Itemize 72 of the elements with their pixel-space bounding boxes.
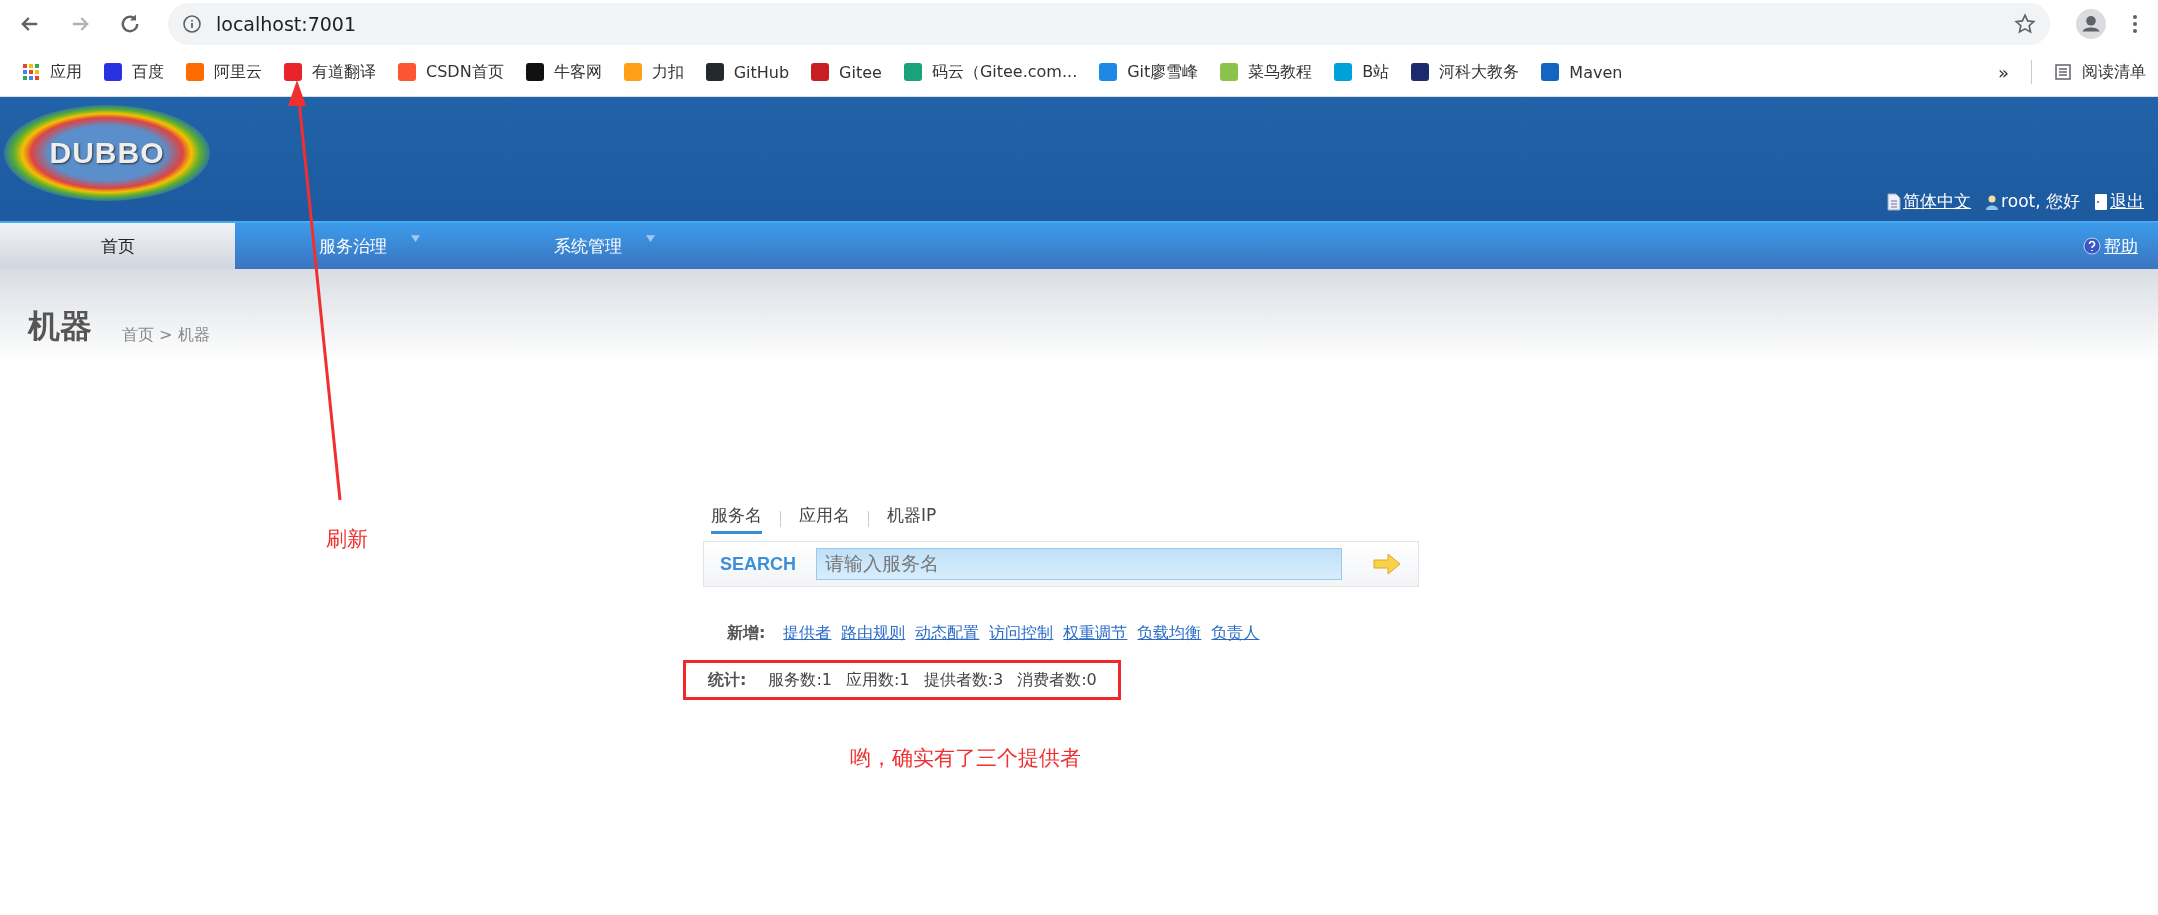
bookmark[interactable]: 有道翻译 [284, 61, 376, 83]
stat-text: 服务数:1 [768, 669, 832, 691]
bookmark[interactable]: 河科大教务 [1411, 61, 1520, 83]
nav-tab[interactable]: 系统管理 [470, 223, 705, 269]
nav-tab[interactable]: 首页 [0, 223, 235, 269]
stat-text: 提供者数:3 [923, 669, 1004, 691]
bookmark-icon [104, 63, 122, 81]
bookmark[interactable]: 码云（Gitee.com... [903, 61, 1078, 83]
bookmark[interactable]: 阿里云 [186, 61, 262, 83]
bookmark[interactable]: CSDN首页 [398, 61, 504, 83]
search-field[interactable]: 请输入服务名 [816, 548, 1342, 580]
bookmark[interactable]: 应用 [22, 61, 82, 83]
bookmark[interactable]: GitHub [705, 62, 790, 82]
help-icon [2083, 237, 2101, 255]
address-bar[interactable]: localhost:7001 [168, 3, 2050, 45]
reading-list-button[interactable]: 阅读清单 [2054, 61, 2146, 83]
bookmark-icon [1411, 63, 1430, 81]
bookmark[interactable]: B站 [1334, 61, 1390, 83]
bookmark[interactable]: 菜鸟教程 [1220, 61, 1313, 83]
star-icon[interactable] [2014, 13, 2036, 35]
nav-tab[interactable]: 服务治理 [235, 223, 470, 269]
bookmark-icon [1099, 63, 1118, 81]
bookmark-icon [398, 63, 416, 81]
header-link[interactable]: root, 您好 [1985, 190, 2080, 213]
menu-icon[interactable] [2132, 14, 2138, 34]
bookmark-icon [1220, 63, 1239, 81]
add-link[interactable]: 提供者 [783, 623, 832, 644]
bookmark[interactable]: Maven [1541, 62, 1623, 82]
stat-text: 应用数:1 [846, 669, 910, 691]
bookmark-icon [525, 63, 544, 81]
bookmark-icon [623, 63, 642, 81]
add-link[interactable]: 负责人 [1211, 623, 1260, 644]
bookmark-icon [1541, 63, 1560, 81]
add-link[interactable]: 权重调节 [1063, 623, 1128, 644]
stat-text: 消费者数:0 [1017, 669, 1097, 691]
search-tab[interactable]: 机器IP [887, 504, 937, 534]
bookmark-icon [811, 63, 830, 81]
header-link[interactable]: 退出 [2094, 190, 2144, 213]
bookmark-icon [903, 63, 922, 81]
apps-grid-icon [22, 63, 40, 81]
document-icon [1887, 192, 1902, 211]
add-label: 新增: [727, 623, 766, 644]
door-icon [2094, 192, 2108, 211]
breadcrumb: 首页 > 机器 [122, 325, 210, 346]
help-link[interactable]: 帮助 [2083, 234, 2138, 258]
url-text: localhost:7001 [216, 13, 358, 35]
bookmark[interactable]: Gitee [811, 62, 882, 82]
bookmark-icon [186, 63, 204, 81]
bookmark-icon [1334, 63, 1353, 81]
more-bookmarks-button[interactable]: » [1998, 61, 2009, 83]
info-icon [182, 14, 202, 34]
search-tab[interactable]: 应用名 [799, 504, 850, 534]
list-icon [2054, 63, 2072, 81]
bookmark-icon [284, 63, 302, 81]
add-link[interactable]: 动态配置 [915, 623, 980, 644]
annotation-text: 刷新 [326, 526, 368, 553]
bookmark[interactable]: 牛客网 [525, 61, 602, 83]
bookmark-icon [705, 63, 724, 81]
search-tab[interactable]: 服务名 [711, 504, 762, 534]
bookmark[interactable]: 百度 [104, 61, 164, 83]
bookmark[interactable]: Git廖雪峰 [1099, 61, 1199, 83]
profile-icon[interactable] [2076, 9, 2106, 39]
annotation-text: 哟，确实有了三个提供者 [850, 745, 1082, 772]
logo: DUBBO [4, 105, 210, 201]
add-link[interactable]: 访问控制 [989, 623, 1054, 644]
add-link[interactable]: 负载均衡 [1137, 623, 1202, 644]
header-link[interactable]: 简体中文 [1887, 190, 1972, 213]
page-title: 机器 [28, 306, 92, 347]
add-link[interactable]: 路由规则 [841, 623, 906, 644]
stats-label: 统计: [708, 669, 747, 691]
bookmark[interactable]: 力扣 [623, 61, 684, 83]
search-label: SEARCH [720, 553, 796, 575]
